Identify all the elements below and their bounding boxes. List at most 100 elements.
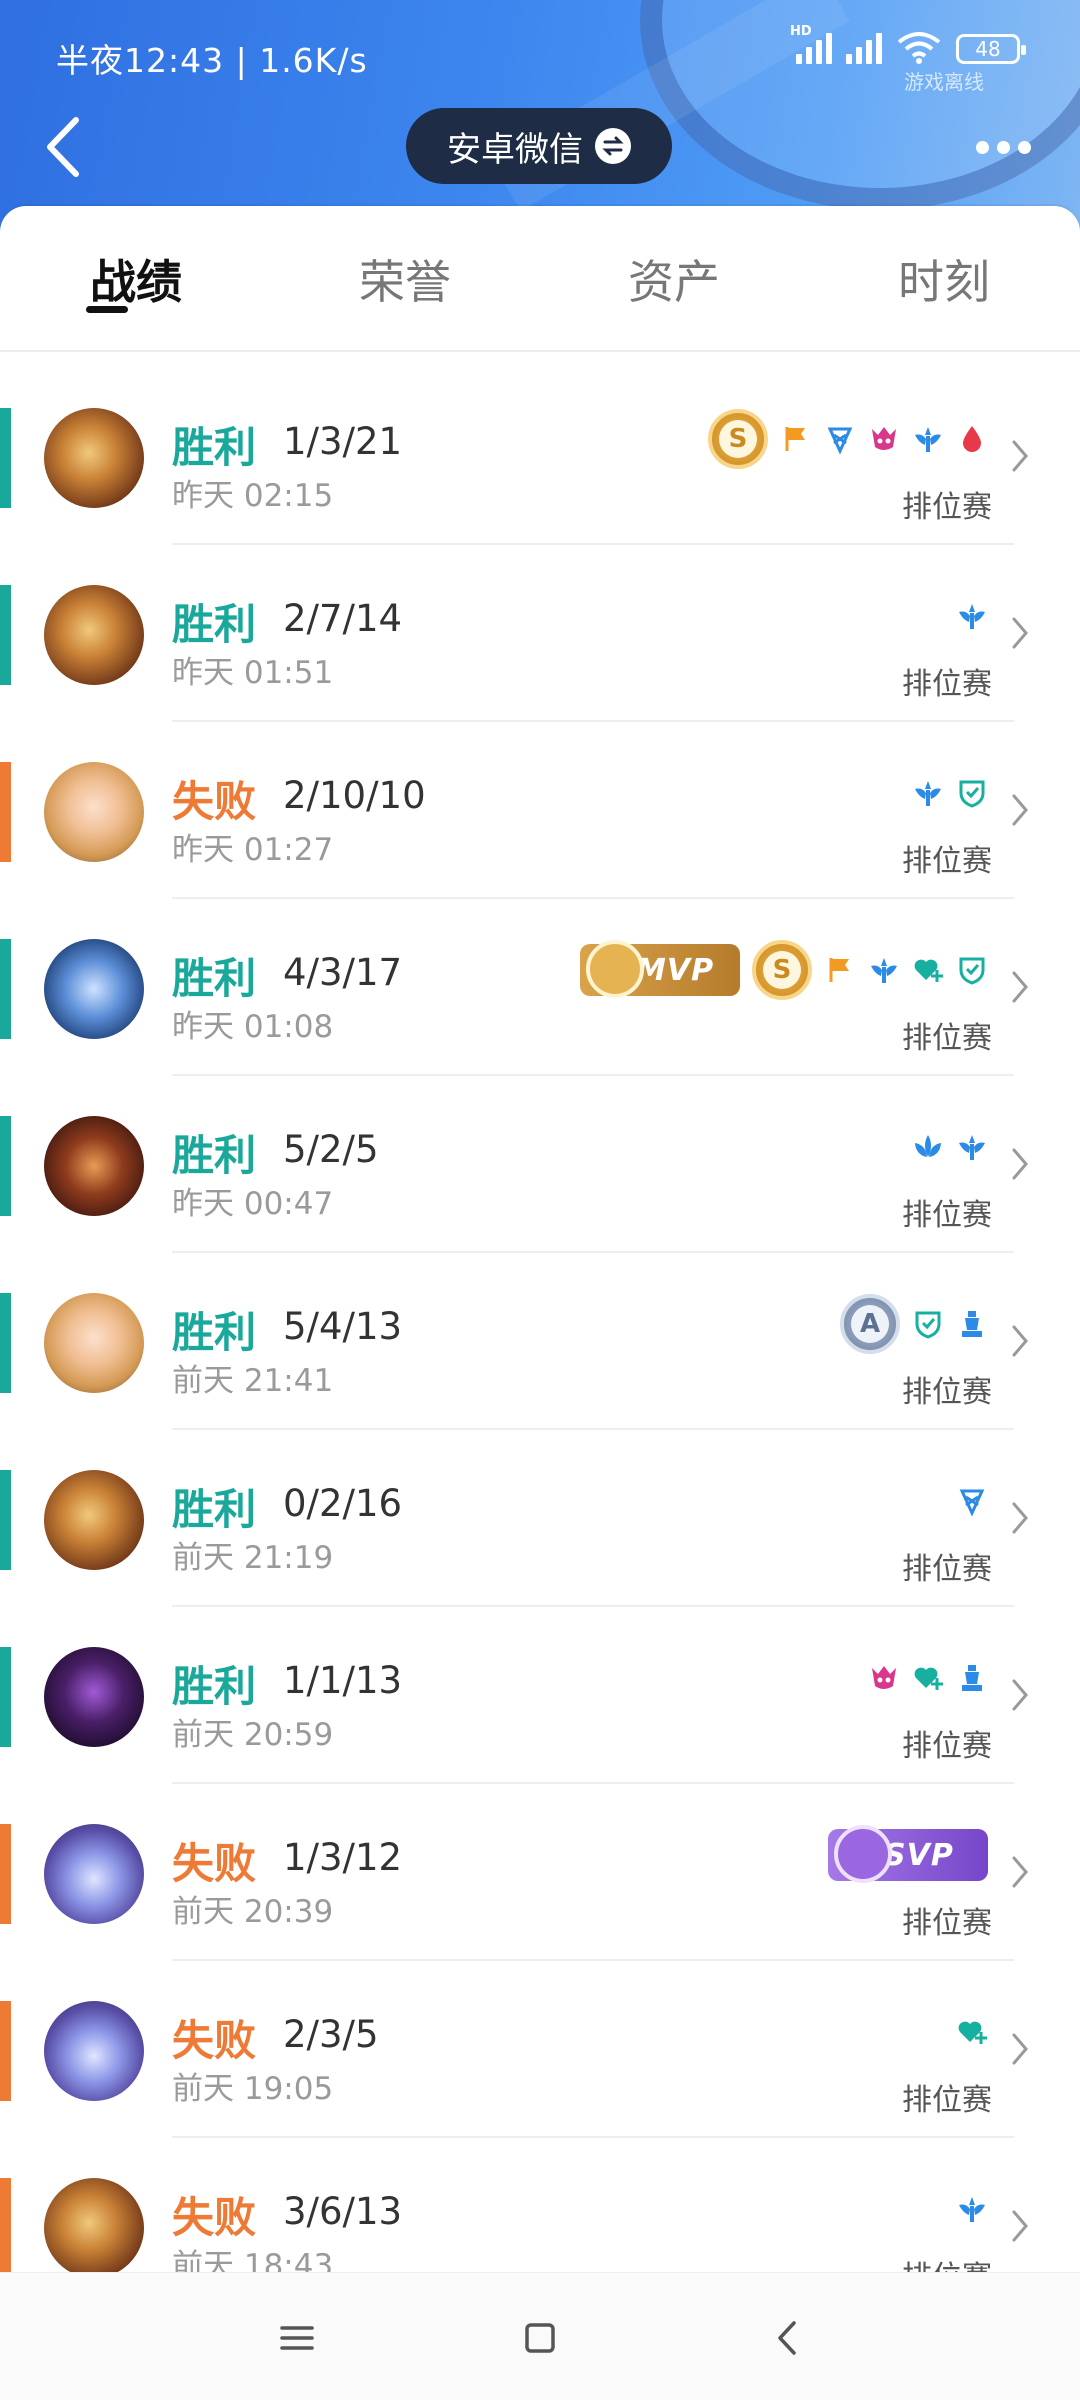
result-indicator-bar xyxy=(0,1293,11,1393)
match-kda: 3/6/13 xyxy=(283,2190,403,2233)
status-bar: 半夜12:43 | 1.6K/s HD 48 游戏离线 xyxy=(0,0,1080,110)
match-result: 胜利 xyxy=(172,1485,257,1534)
hero-avatar xyxy=(44,1470,144,1570)
shield-icon xyxy=(956,954,988,986)
swap-icon xyxy=(595,128,631,164)
result-indicator-bar xyxy=(0,2178,11,2272)
match-result: 失败 xyxy=(172,2016,257,2065)
medal-label: A xyxy=(851,1305,889,1343)
chevron-right-icon xyxy=(1012,1679,1028,1711)
heal-icon xyxy=(912,954,944,986)
match-time: 昨天 01:27 xyxy=(172,832,334,868)
status-time: 半夜12:43 | 1.6K/s xyxy=(56,41,368,80)
tab-assets[interactable]: 资产 xyxy=(594,246,754,312)
match-row[interactable]: 失败 1/3/12 前天 20:39 SVP 排位赛 xyxy=(0,1784,1080,1961)
match-mode: 排位赛 xyxy=(902,1021,992,1056)
hero-avatar xyxy=(44,585,144,685)
result-indicator-bar xyxy=(0,1647,11,1747)
result-indicator-bar xyxy=(0,762,11,862)
match-badges xyxy=(956,2176,988,2242)
assist-icon xyxy=(956,1131,988,1163)
match-kda: 1/1/13 xyxy=(283,1659,403,1702)
result-indicator-bar xyxy=(0,1116,11,1216)
tower-icon xyxy=(956,1308,988,1340)
double-kill-icon xyxy=(824,423,856,455)
match-kda: 0/2/16 xyxy=(283,1482,403,1525)
tab-honor[interactable]: 荣誉 xyxy=(325,246,485,312)
hero-avatar xyxy=(44,408,144,508)
account-switch-button[interactable]: 安卓微信 xyxy=(406,108,672,184)
hero-avatar xyxy=(44,939,144,1039)
match-kda: 2/7/14 xyxy=(283,597,403,640)
match-mode: 排位赛 xyxy=(902,1729,992,1764)
match-badges xyxy=(956,583,988,649)
menu-icon[interactable] xyxy=(272,2313,322,2363)
match-row[interactable]: 失败 2/10/10 昨天 01:27 排位赛 xyxy=(0,722,1080,899)
system-nav-bar xyxy=(0,2272,1080,2400)
match-result: 胜利 xyxy=(172,954,257,1003)
match-row[interactable]: 胜利 0/2/16 前天 21:19 排位赛 xyxy=(0,1430,1080,1607)
match-mode: 排位赛 xyxy=(902,490,992,525)
tab-moments[interactable]: 时刻 xyxy=(864,246,1024,312)
match-kda: 1/3/21 xyxy=(283,420,403,463)
match-time: 前天 20:39 xyxy=(172,1894,334,1930)
match-badges: MVP S xyxy=(580,937,988,1003)
medal-s-icon: S xyxy=(752,940,812,1000)
match-row[interactable]: 胜利 1/1/13 前天 20:59 排位赛 xyxy=(0,1607,1080,1784)
match-time: 前天 21:41 xyxy=(172,1363,334,1399)
match-kda: 5/4/13 xyxy=(283,1305,403,1348)
match-kda: 4/3/17 xyxy=(283,951,403,994)
match-list[interactable]: 胜利 1/3/21 昨天 02:15 S 排位赛 胜利 2/7/14 昨天 01:51 排位赛失… xyxy=(0,368,1080,2272)
hd-label: HD xyxy=(790,24,812,39)
shield-icon xyxy=(956,777,988,809)
match-mode: 排位赛 xyxy=(902,667,992,702)
status-icons: HD 48 xyxy=(790,24,1026,64)
match-mode: 排位赛 xyxy=(902,2083,992,2118)
result-indicator-bar xyxy=(0,939,11,1039)
match-row[interactable]: 失败 3/6/13 前天 18:43 排位赛 xyxy=(0,2138,1080,2272)
match-result: 失败 xyxy=(172,2193,257,2242)
match-mode: 排位赛 xyxy=(902,1198,992,1233)
tower-icon xyxy=(956,1662,988,1694)
match-badges xyxy=(956,1999,988,2065)
match-row[interactable]: 失败 2/3/5 前天 19:05 排位赛 xyxy=(0,1961,1080,2138)
result-indicator-bar xyxy=(0,1470,11,1570)
chevron-right-icon xyxy=(1012,1502,1028,1534)
assist-icon xyxy=(912,777,944,809)
match-mode: 排位赛 xyxy=(902,2252,992,2272)
chevron-right-icon xyxy=(1012,1148,1028,1180)
match-mode: 排位赛 xyxy=(902,844,992,879)
match-time: 昨天 02:15 xyxy=(172,478,334,514)
match-mode: 排位赛 xyxy=(902,1552,992,1587)
match-badges xyxy=(912,1114,988,1180)
back-icon[interactable] xyxy=(764,2313,814,2363)
svp-label: SVP xyxy=(884,1837,954,1873)
flag-icon xyxy=(824,954,856,986)
match-result: 胜利 xyxy=(172,1308,257,1357)
battery-icon: 48 xyxy=(956,34,1026,64)
match-time: 前天 21:19 xyxy=(172,1540,334,1576)
match-kda: 1/3/12 xyxy=(283,1836,403,1879)
match-row[interactable]: 胜利 5/4/13 前天 21:41 A 排位赛 xyxy=(0,1253,1080,1430)
match-row[interactable]: 胜利 5/2/5 昨天 00:47 排位赛 xyxy=(0,1076,1080,1253)
mvp-label: MVP xyxy=(636,952,715,988)
match-badges xyxy=(868,1645,988,1711)
back-arrow-icon[interactable] xyxy=(40,112,90,182)
match-result: 胜利 xyxy=(172,1131,257,1180)
award-gem-icon xyxy=(586,940,644,998)
match-kda: 2/10/10 xyxy=(283,774,426,817)
page-title: 安卓微信 xyxy=(447,129,583,170)
match-time: 昨天 00:47 xyxy=(172,1186,334,1222)
offline-status: 游戏离线 xyxy=(904,70,984,94)
result-indicator-bar xyxy=(0,585,11,685)
chevron-right-icon xyxy=(1012,1325,1028,1357)
match-row[interactable]: 胜利 1/3/21 昨天 02:15 S 排位赛 xyxy=(0,368,1080,545)
home-icon[interactable] xyxy=(515,2313,565,2363)
wifi-icon xyxy=(897,32,941,64)
match-time: 昨天 01:08 xyxy=(172,1009,334,1045)
tab-record[interactable]: 战绩 xyxy=(56,246,216,312)
match-row[interactable]: 胜利 2/7/14 昨天 01:51 排位赛 xyxy=(0,545,1080,722)
match-row[interactable]: 胜利 4/3/17 昨天 01:08 MVP S 排位赛 xyxy=(0,899,1080,1076)
shield-icon xyxy=(912,1308,944,1340)
more-icon[interactable] xyxy=(976,132,1040,162)
